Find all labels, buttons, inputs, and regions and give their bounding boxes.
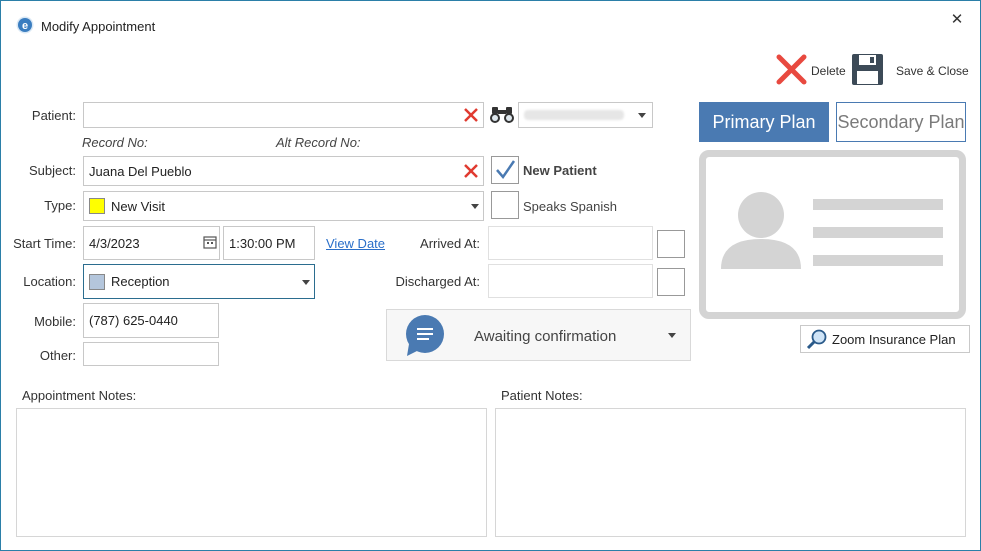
type-dropdown[interactable]: New Visit bbox=[83, 191, 484, 221]
person-id-card-icon bbox=[721, 192, 943, 269]
patient-notes-label: Patient Notes: bbox=[501, 388, 583, 403]
checkmark-icon bbox=[496, 160, 516, 180]
appointment-notes-label: Appointment Notes: bbox=[22, 388, 137, 403]
save-close-button[interactable]: Save & Close bbox=[851, 53, 971, 87]
start-time-input[interactable]: 1:30:00 PM bbox=[223, 226, 315, 260]
type-dropdown-arrow-icon bbox=[471, 204, 479, 209]
discharged-at-label: Discharged At: bbox=[395, 274, 480, 289]
patient-label: Patient: bbox=[31, 108, 76, 123]
speaks-spanish-label: Speaks Spanish bbox=[523, 199, 617, 214]
zoom-insurance-plan-button[interactable]: Zoom Insurance Plan bbox=[800, 325, 970, 353]
delete-button[interactable]: Delete bbox=[775, 53, 847, 87]
delete-icon bbox=[776, 54, 807, 85]
secondary-plan-tab[interactable]: Secondary Plan bbox=[836, 102, 966, 142]
status-dropdown-arrow-icon bbox=[668, 333, 676, 338]
patient-notes-textarea[interactable] bbox=[495, 408, 966, 537]
record-no-label: Record No: bbox=[82, 135, 148, 150]
blurred-patient-name bbox=[524, 110, 624, 120]
discharged-at-checkbox[interactable] bbox=[657, 268, 685, 296]
svg-text:e: e bbox=[22, 20, 28, 32]
appointment-status-value: Awaiting confirmation bbox=[474, 328, 617, 345]
close-icon: ✕ bbox=[950, 11, 964, 28]
start-date-input[interactable]: 4/3/2023 bbox=[83, 226, 220, 260]
discharged-at-input[interactable] bbox=[488, 264, 653, 298]
chat-bubble-icon bbox=[406, 315, 444, 356]
new-patient-label: New Patient bbox=[523, 163, 597, 178]
modify-appointment-window: e Modify Appointment ✕ Delete Save & Clo… bbox=[0, 0, 981, 551]
appointment-notes-textarea[interactable] bbox=[16, 408, 487, 537]
close-window-button[interactable]: ✕ bbox=[947, 10, 967, 30]
clear-subject-icon[interactable] bbox=[462, 162, 480, 180]
save-close-label: Save & Close bbox=[896, 64, 969, 78]
location-dropdown-arrow-icon bbox=[302, 280, 310, 285]
patient-dropdown-arrow-icon bbox=[638, 113, 646, 118]
new-patient-checkbox[interactable] bbox=[491, 156, 519, 184]
clear-patient-icon[interactable] bbox=[462, 106, 480, 124]
appointment-status-dropdown[interactable]: Awaiting confirmation bbox=[386, 309, 691, 361]
arrived-at-input[interactable] bbox=[488, 226, 653, 260]
speaks-spanish-checkbox[interactable] bbox=[491, 191, 519, 219]
window-title: Modify Appointment bbox=[41, 19, 156, 34]
mobile-input[interactable]: (787) 625-0440 bbox=[83, 303, 219, 338]
location-value: Reception bbox=[111, 274, 170, 289]
patient-input[interactable] bbox=[83, 102, 484, 128]
start-date-value: 4/3/2023 bbox=[89, 235, 140, 251]
alt-record-no-label: Alt Record No: bbox=[276, 135, 361, 150]
binoculars-search-icon[interactable] bbox=[489, 106, 515, 124]
other-label: Other: bbox=[39, 348, 76, 363]
primary-plan-tab[interactable]: Primary Plan bbox=[699, 102, 829, 142]
magnifier-icon bbox=[806, 329, 827, 350]
subject-label: Subject: bbox=[29, 163, 76, 178]
type-label: Type: bbox=[44, 198, 76, 213]
zoom-insurance-plan-label: Zoom Insurance Plan bbox=[832, 332, 956, 347]
mobile-label: Mobile: bbox=[34, 314, 76, 329]
location-label: Location: bbox=[23, 274, 76, 289]
type-value: New Visit bbox=[111, 198, 165, 214]
location-color-swatch bbox=[89, 273, 105, 290]
insurance-card-placeholder bbox=[699, 150, 966, 319]
type-color-swatch bbox=[89, 198, 105, 214]
arrived-at-label: Arrived At: bbox=[420, 236, 480, 251]
save-floppy-icon bbox=[852, 54, 883, 85]
subject-input[interactable]: Juana Del Pueblo bbox=[83, 156, 484, 186]
view-date-link[interactable]: View Date bbox=[326, 236, 385, 251]
calendar-icon[interactable] bbox=[203, 235, 217, 249]
arrived-at-checkbox[interactable] bbox=[657, 230, 685, 258]
patient-selector-dropdown[interactable] bbox=[518, 102, 653, 128]
location-dropdown[interactable]: Reception bbox=[83, 264, 315, 299]
app-logo-icon: e bbox=[16, 16, 34, 34]
other-input[interactable] bbox=[83, 342, 219, 366]
delete-label: Delete bbox=[811, 64, 846, 78]
start-time-label: Start Time: bbox=[13, 236, 76, 251]
